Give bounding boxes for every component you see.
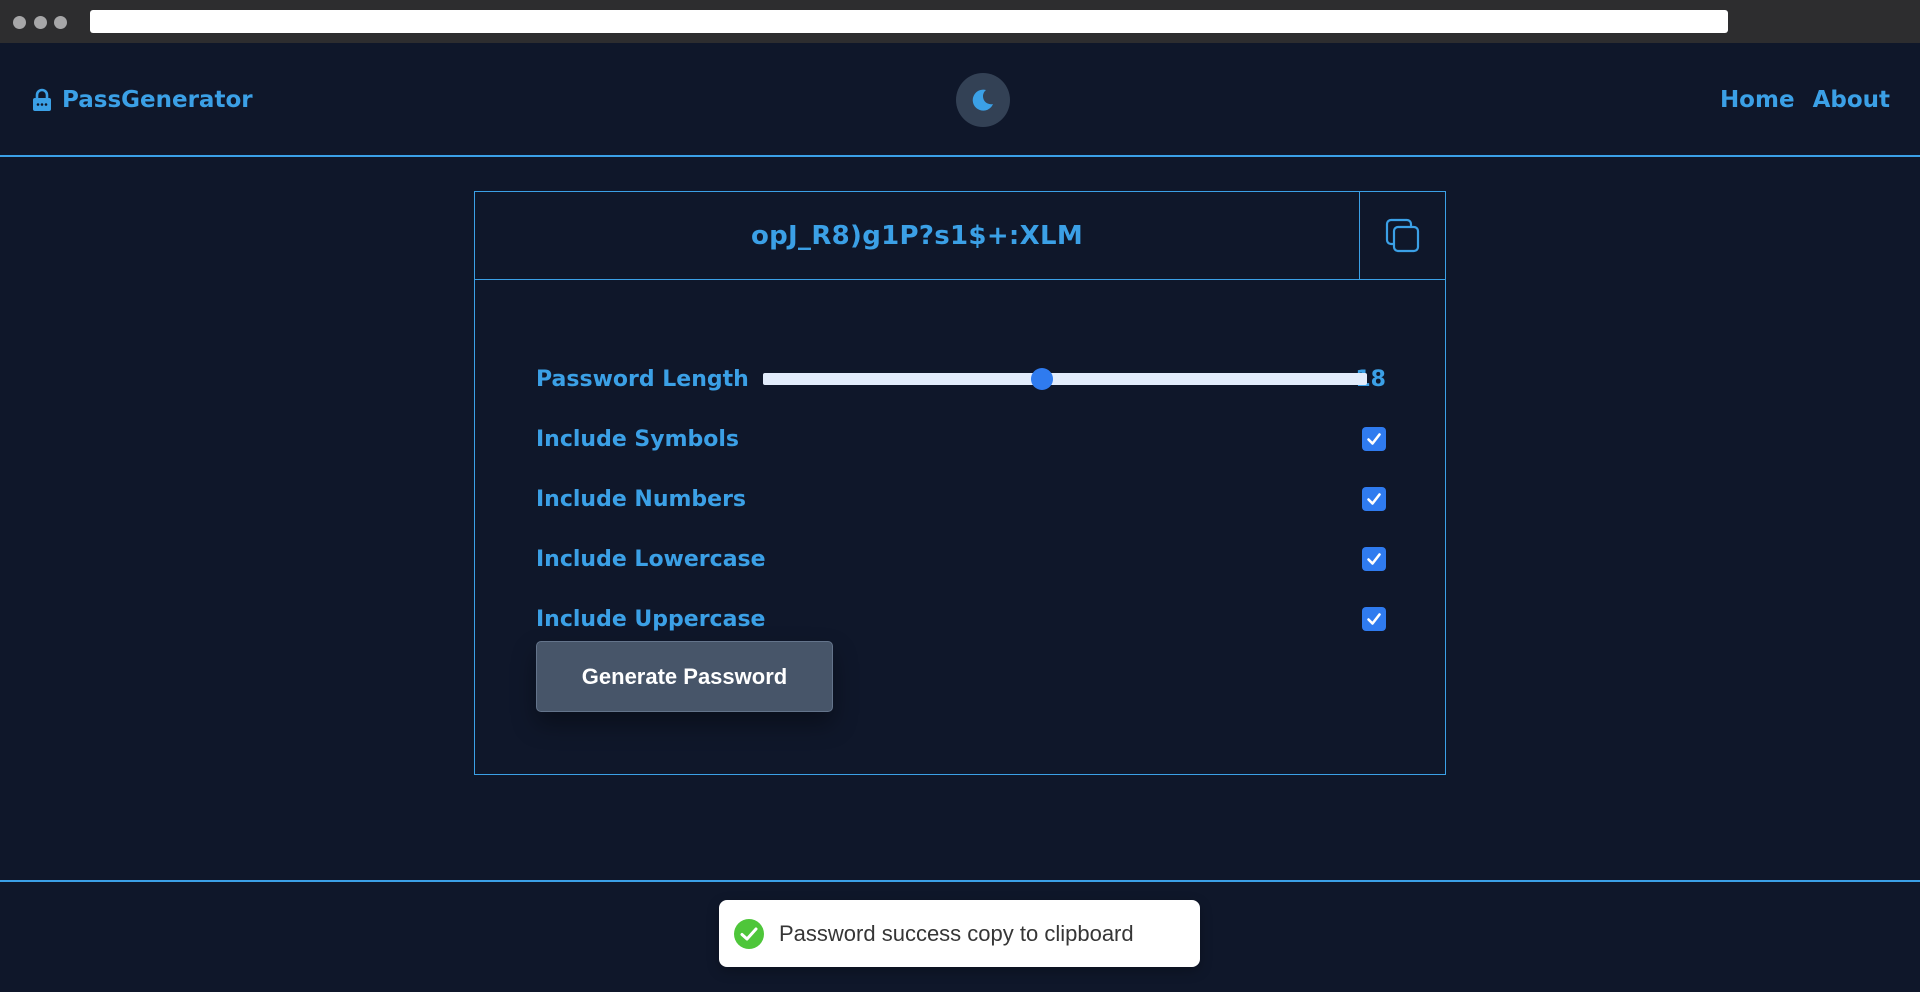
check-circle-icon (734, 918, 764, 949)
app-header: PassGenerator Home About (0, 43, 1920, 157)
lowercase-option: Include Lowercase (536, 539, 1386, 579)
checkmark-icon (1367, 553, 1381, 565)
length-slider[interactable] (762, 359, 1367, 399)
window-close-dot[interactable] (13, 16, 26, 29)
symbols-label: Include Symbols (536, 426, 740, 452)
generated-password: opJ_R8)g1P?s1$+:XLM (750, 221, 1083, 251)
password-display: opJ_R8)g1P?s1$+:XLM (475, 192, 1445, 280)
uppercase-checkbox[interactable] (1362, 607, 1386, 631)
symbols-option: Include Symbols (536, 419, 1386, 459)
moon-icon (972, 89, 993, 111)
lowercase-label: Include Lowercase (536, 546, 766, 572)
uppercase-option: Include Uppercase (536, 599, 1386, 639)
toast-message: Password success copy to clipboard (779, 920, 1134, 946)
length-option: Password Length 18 (536, 359, 1386, 399)
symbols-checkbox[interactable] (1362, 427, 1386, 451)
copy-icon (1385, 218, 1419, 253)
uppercase-label: Include Uppercase (536, 606, 766, 632)
numbers-option: Include Numbers (536, 479, 1386, 519)
address-bar[interactable] (90, 10, 1728, 33)
checkmark-icon (1367, 433, 1381, 445)
browser-chrome (0, 0, 1920, 43)
numbers-checkbox[interactable] (1362, 487, 1386, 511)
brand-name: PassGenerator (62, 87, 253, 113)
main-nav: Home About (1720, 87, 1890, 113)
nav-home-link[interactable]: Home (1720, 87, 1795, 113)
numbers-label: Include Numbers (536, 486, 747, 512)
generate-password-button[interactable]: Generate Password (536, 641, 833, 712)
nav-about-link[interactable]: About (1813, 87, 1890, 113)
brand-link[interactable]: PassGenerator (32, 87, 253, 113)
copy-button[interactable] (1359, 192, 1445, 280)
checkmark-icon (1367, 493, 1381, 505)
generator-card: opJ_R8)g1P?s1$+:XLM Password Length 18 I… (474, 191, 1446, 775)
theme-toggle-button[interactable] (956, 73, 1010, 127)
lock-icon (33, 88, 51, 111)
window-maximize-dot[interactable] (54, 16, 67, 29)
slider-track[interactable] (762, 373, 1367, 385)
slider-thumb[interactable] (1030, 368, 1053, 390)
checkmark-icon (1367, 613, 1381, 625)
lowercase-checkbox[interactable] (1362, 547, 1386, 571)
success-toast: Password success copy to clipboard (719, 900, 1200, 967)
length-label: Password Length (536, 366, 749, 392)
window-minimize-dot[interactable] (34, 16, 47, 29)
